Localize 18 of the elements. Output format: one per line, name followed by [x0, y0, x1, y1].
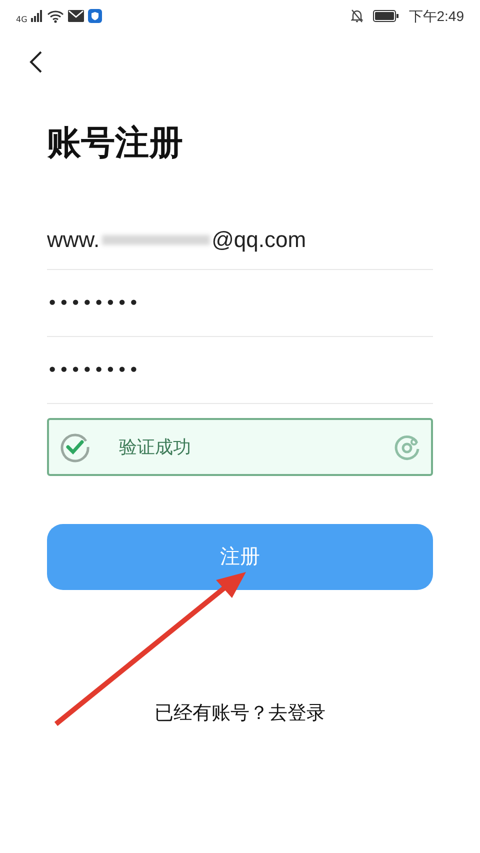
mail-icon: [68, 10, 84, 22]
page-title: 账号注册: [47, 123, 184, 164]
password-field[interactable]: ••••••••: [47, 337, 433, 404]
clock-time: 下午2:49: [408, 6, 464, 26]
wifi-icon: [47, 10, 64, 22]
captcha-box[interactable]: 验证成功: [47, 418, 433, 476]
signal-icon: [31, 10, 44, 22]
captcha-status: 验证成功: [119, 436, 191, 458]
email-text-start: www.: [47, 226, 100, 254]
battery-icon: [372, 10, 399, 22]
login-link[interactable]: 已经有账号？去登录: [154, 700, 326, 728]
network-label: 4G: [16, 16, 28, 24]
password-field[interactable]: ••••••••: [47, 270, 433, 337]
bell-off-icon: [350, 9, 363, 23]
email-field[interactable]: www. @qq.com: [47, 210, 433, 270]
check-circle-icon: [59, 431, 91, 463]
shield-app-icon: [88, 9, 102, 23]
email-text-end: @qq.com: [212, 226, 306, 254]
